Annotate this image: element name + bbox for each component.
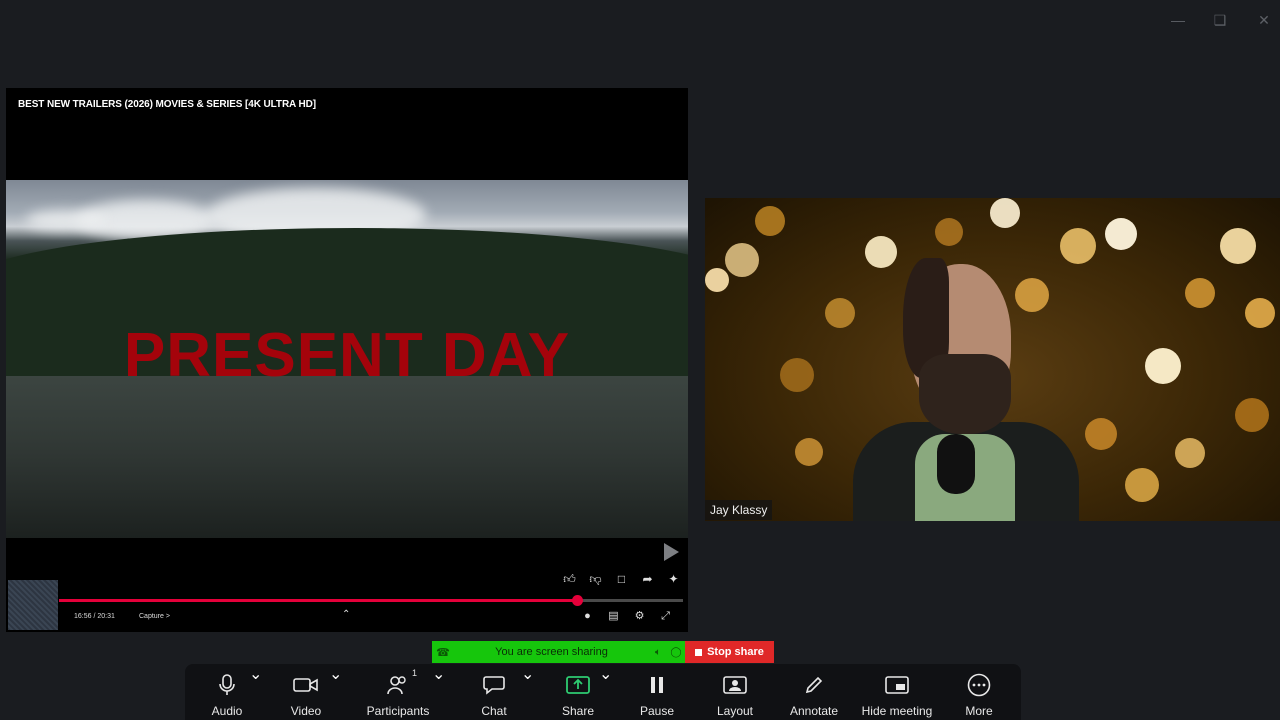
participants-button[interactable]: Participants xyxy=(366,664,430,720)
sound-icon[interactable]: 🔈︎ xyxy=(649,647,667,658)
video-thumbnail[interactable] xyxy=(8,580,58,630)
pause-share-button[interactable]: Pause xyxy=(640,664,674,720)
participants-label: Participants xyxy=(366,704,430,718)
camera-icon xyxy=(289,664,323,706)
pin-icon[interactable]: ☎ xyxy=(432,646,454,659)
audio-options-chevron-icon[interactable]: ⌄ xyxy=(249,664,262,720)
settings-icon[interactable]: ⚙ xyxy=(632,609,647,624)
video-options-chevron-icon[interactable]: ⌄ xyxy=(329,664,342,720)
participant-name: Jay Klassy xyxy=(705,500,773,520)
video-title: BEST NEW TRAILERS (2026) MOVIES & SERIES… xyxy=(18,99,316,110)
video-progress-bar[interactable] xyxy=(59,595,683,606)
like-icon[interactable]: 👍︎ xyxy=(561,571,578,588)
chat-options-chevron-icon[interactable]: ⌄ xyxy=(521,664,534,720)
share-options-chevron-icon[interactable]: ⌄ xyxy=(599,664,612,720)
chevron-right-icon: > xyxy=(165,613,170,620)
next-video-icon[interactable] xyxy=(664,543,679,561)
shield-icon: ◯ xyxy=(670,646,682,658)
restore-icon[interactable]: ❑ xyxy=(1210,10,1230,30)
share-screen-icon xyxy=(561,664,595,706)
dislike-icon[interactable]: 👎︎ xyxy=(587,571,604,588)
more-label: More xyxy=(965,704,993,718)
share-button[interactable]: Share xyxy=(561,664,595,720)
exit-fullscreen-icon[interactable]: ⤢ xyxy=(658,609,673,624)
participant-video[interactable] xyxy=(705,198,1280,521)
chat-button[interactable]: Chat xyxy=(477,664,511,720)
sparkle-icon[interactable]: ✦ xyxy=(665,571,682,588)
meeting-toolbar: Audio ⌄ Video ⌄ Participants 1 ⌄ Chat ⌄ … xyxy=(185,664,1021,720)
video-time: 16:56 / 20:31 xyxy=(74,613,115,620)
minimize-icon[interactable]: — xyxy=(1168,10,1188,30)
participants-icon xyxy=(381,664,415,706)
audio-label: Audio xyxy=(211,704,243,718)
participants-options-chevron-icon[interactable]: ⌄ xyxy=(432,664,445,720)
shared-screen: BEST NEW TRAILERS (2026) MOVIES & SERIES… xyxy=(6,88,688,632)
video-actions: 👍︎ 👎︎ □ ➦ ✦ xyxy=(561,571,682,588)
stop-share-label: Stop share xyxy=(707,646,764,658)
chapter-label: Capture xyxy=(139,613,164,620)
pause-icon xyxy=(640,664,674,706)
comment-icon[interactable]: □ xyxy=(613,571,630,588)
pause-label: Pause xyxy=(639,704,675,718)
chevron-up-icon[interactable]: ⌃ xyxy=(342,609,350,620)
video-frame[interactable]: PRESENT DAY xyxy=(6,180,688,538)
chapter-button[interactable]: Capture > xyxy=(139,613,170,620)
participants-count: 1 xyxy=(412,668,418,678)
layout-icon xyxy=(718,664,752,706)
close-icon[interactable]: ✕ xyxy=(1254,10,1274,30)
autoplay-icon[interactable]: ● xyxy=(580,609,595,624)
more-button[interactable]: More xyxy=(962,664,996,720)
progress-fill xyxy=(59,599,577,602)
player-controls: ● ▤ ⚙ ⤢ xyxy=(580,609,673,624)
hide-meeting-label: Hide meeting xyxy=(861,704,933,718)
stop-share-button[interactable]: Stop share xyxy=(685,641,774,663)
overlay-headline: PRESENT DAY xyxy=(123,321,571,390)
pencil-icon xyxy=(797,664,831,706)
layout-button[interactable]: Layout xyxy=(717,664,753,720)
microphone-icon xyxy=(210,664,244,706)
share-icon[interactable]: ➦ xyxy=(639,571,656,588)
chat-icon xyxy=(477,664,511,706)
audio-button[interactable]: Audio xyxy=(210,664,244,720)
layout-label: Layout xyxy=(716,704,754,718)
more-icon xyxy=(962,664,996,706)
annotate-button[interactable]: Annotate xyxy=(789,664,839,720)
video-label: Video xyxy=(290,704,322,718)
video-button[interactable]: Video xyxy=(289,664,323,720)
stop-icon xyxy=(695,648,703,656)
captions-icon[interactable]: ▤ xyxy=(606,609,621,624)
chat-label: Chat xyxy=(481,704,507,718)
sharing-status: You are screen sharing xyxy=(495,646,608,658)
annotate-label: Annotate xyxy=(789,704,839,718)
progress-scrubber[interactable] xyxy=(571,595,583,606)
screen-sharing-banner[interactable]: ☎ You are screen sharing 🔈︎ ◯ xyxy=(432,641,685,663)
hide-meeting-icon xyxy=(880,664,914,706)
hide-meeting-button[interactable]: Hide meeting xyxy=(862,664,932,720)
share-label: Share xyxy=(561,704,595,718)
participant-person xyxy=(853,258,1079,521)
